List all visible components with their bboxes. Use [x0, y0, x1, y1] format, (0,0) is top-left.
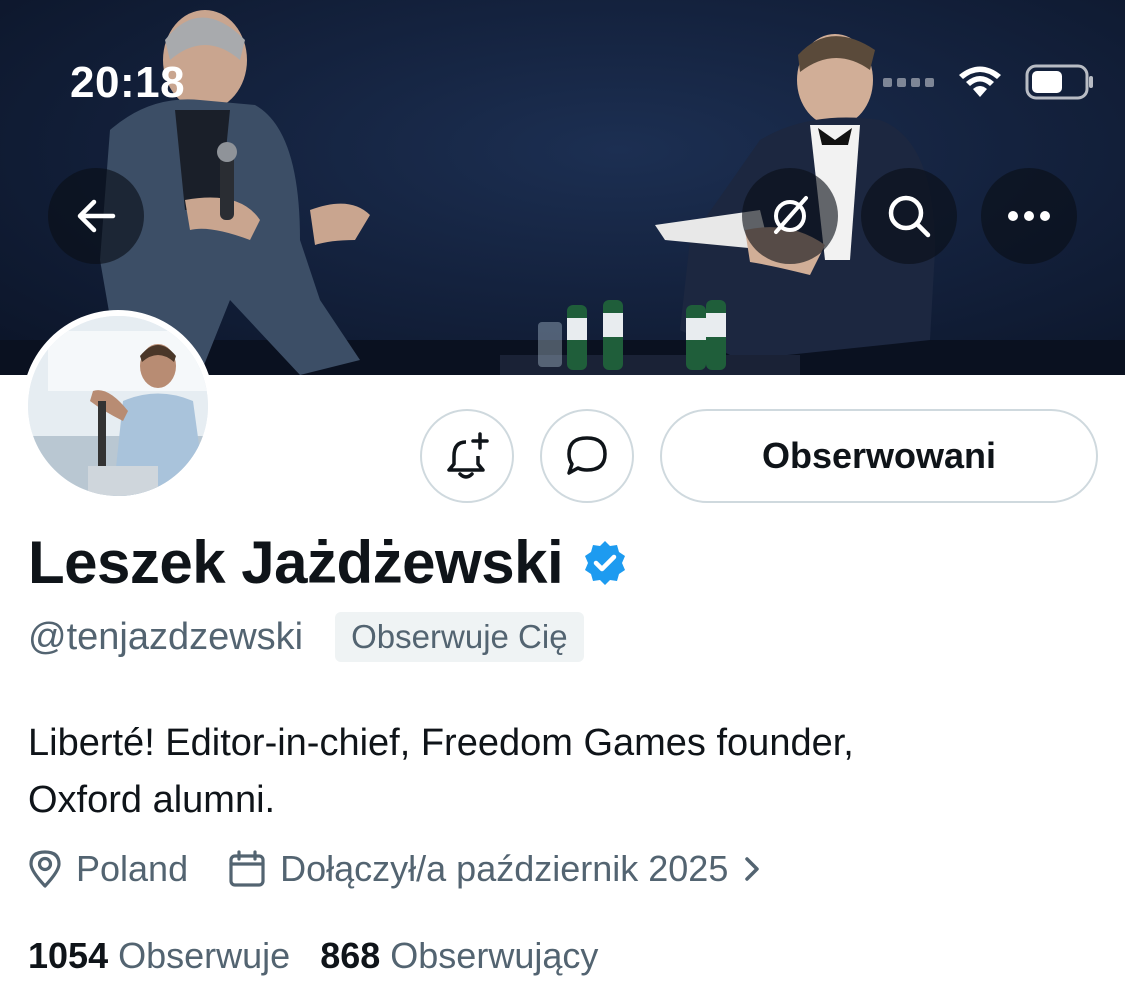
followers-stat[interactable]: 868 Obserwujący [320, 935, 598, 977]
grok-icon [774, 196, 808, 234]
profile-avatar[interactable] [22, 310, 214, 502]
wifi-icon [959, 66, 1001, 97]
calendar-icon [229, 850, 265, 887]
following-count: 1054 [28, 935, 109, 976]
followers-count: 868 [320, 935, 381, 976]
profile-bio: Liberté! Editor-in-chief, Freedom Games … [28, 715, 1088, 829]
location-pin-icon [29, 850, 61, 888]
back-button[interactable] [48, 168, 144, 264]
grok-button[interactable] [742, 168, 838, 264]
notifications-button[interactable] [420, 409, 514, 503]
joined-item[interactable]: Dołączył/a październik 2025 [228, 848, 762, 890]
chevron-right-icon [745, 857, 760, 881]
bell-plus-icon [447, 432, 489, 479]
message-button[interactable] [540, 409, 634, 503]
status-bar-time: 20:18 [70, 58, 186, 107]
bio-line: Oxford alumni. [28, 779, 276, 821]
following-stat[interactable]: 1054 Obserwuje [28, 935, 290, 977]
username-handle: @tenjazdzewski [28, 615, 304, 658]
arrow-left-icon [77, 199, 116, 233]
display-name: Leszek Jażdżewski [28, 529, 564, 596]
following-button[interactable]: Obserwowani [660, 409, 1098, 503]
status-bar-indicators [883, 62, 1095, 102]
profile-banner[interactable]: 20:18 [0, 0, 1125, 375]
followers-label: Obserwujący [390, 935, 599, 976]
location-text: Poland [76, 848, 189, 889]
avatar-photo [28, 316, 208, 496]
search-button[interactable] [861, 168, 957, 264]
more-button[interactable] [981, 168, 1077, 264]
follows-you-badge: Obserwuje Cię [335, 612, 584, 662]
search-icon [888, 195, 931, 238]
battery-icon [1025, 64, 1093, 100]
joined-text: Dołączył/a październik 2025 [280, 848, 729, 889]
profile-meta: Poland Dołączył/a październik 2025 [28, 848, 762, 890]
following-label: Obserwuje [118, 935, 291, 976]
location-item: Poland [28, 848, 188, 890]
banner-photo [0, 10, 1125, 375]
bio-line: Liberté! Editor-in-chief, Freedom Games … [28, 722, 854, 764]
verified-badge-icon[interactable] [581, 539, 629, 587]
handle-row: @tenjazdzewski Obserwuje Cię [28, 612, 584, 662]
follow-stats: 1054 Obserwuje 868 Obserwujący [28, 935, 598, 977]
chat-bubble-icon [567, 436, 607, 475]
signal-icon [883, 78, 934, 87]
more-dots-icon [1008, 211, 1050, 221]
name-row: Leszek Jażdżewski [28, 528, 629, 597]
